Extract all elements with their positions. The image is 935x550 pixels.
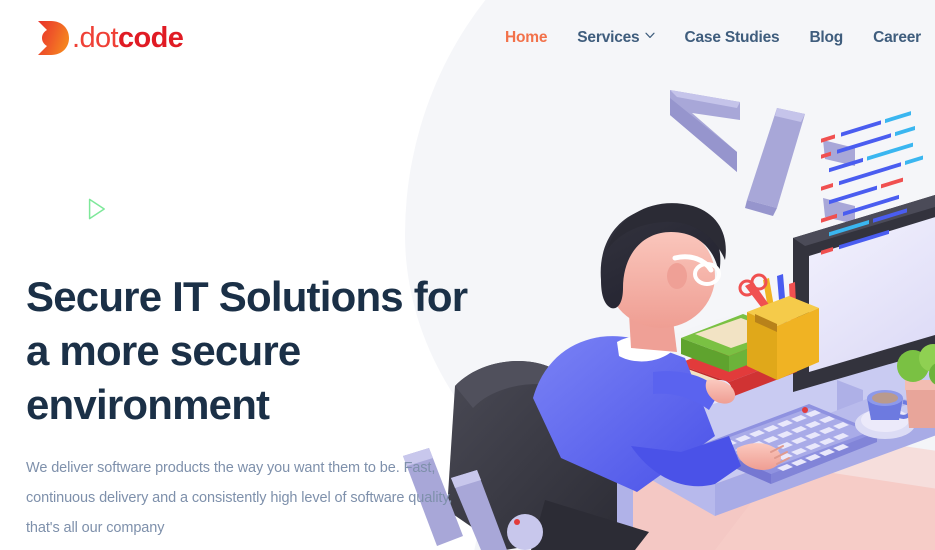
logo-text-suffix: code bbox=[117, 21, 184, 54]
play-triangle-icon[interactable] bbox=[88, 198, 106, 225]
logo-text-prefix: .dot bbox=[72, 21, 119, 54]
nav-item-blog[interactable]: Blog bbox=[809, 29, 843, 47]
nav-item-label: Career bbox=[873, 29, 921, 46]
nav-item-label: Home bbox=[505, 29, 548, 46]
logo-text: .dotcode bbox=[70, 21, 184, 54]
landing-page: .dotcode Home Services Case Studies Blog bbox=[0, 0, 935, 550]
nav-item-career[interactable]: Career bbox=[873, 29, 921, 47]
chevron-down-icon bbox=[645, 32, 656, 41]
dotcode-d-mark-icon bbox=[36, 20, 70, 56]
logo[interactable]: .dotcode bbox=[36, 20, 184, 56]
nav-item-case-studies[interactable]: Case Studies bbox=[684, 29, 779, 47]
nav-item-label: Services bbox=[577, 29, 640, 46]
main-navigation: Home Services Case Studies Blog Career bbox=[505, 29, 935, 47]
nav-item-label: Blog bbox=[809, 29, 844, 46]
nav-item-home[interactable]: Home bbox=[505, 29, 547, 47]
site-header: .dotcode Home Services Case Studies Blog bbox=[0, 0, 935, 76]
code-brackets-3d-icon bbox=[670, 90, 855, 224]
hero-subtitle: We deliver software products the way you… bbox=[26, 460, 453, 536]
page-title: Secure IT Solutions for a more secure en… bbox=[26, 273, 468, 428]
nav-item-label: Case Studies bbox=[684, 29, 780, 46]
nav-item-services[interactable]: Services bbox=[577, 29, 656, 47]
